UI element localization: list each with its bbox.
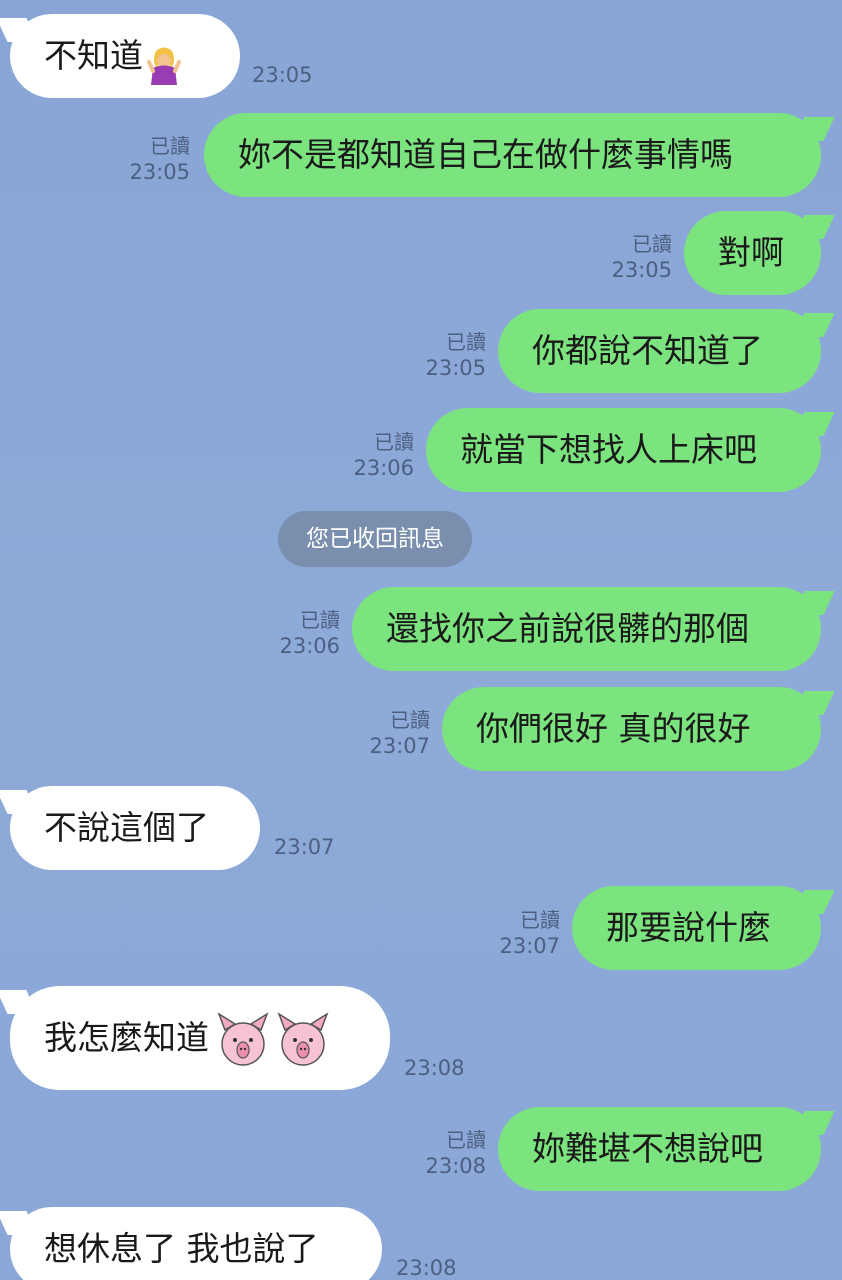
message-text: 不知道 xyxy=(44,36,143,75)
pig-face-icon xyxy=(217,1005,269,1066)
message-meta: 已讀 23:05 xyxy=(611,231,672,283)
message-time: 23:08 xyxy=(425,1154,486,1178)
message-time: 23:08 xyxy=(404,1056,465,1080)
pig-face-icon xyxy=(277,1005,329,1066)
message-meta: 已讀 23:06 xyxy=(353,429,414,481)
message-time: 23:06 xyxy=(353,456,414,480)
message-text: 妳不是都知道自己在做什麼事情嗎 xyxy=(238,135,733,174)
incoming-message-bubble[interactable]: 我怎麼知道 xyxy=(10,986,390,1090)
message-time: 23:07 xyxy=(369,734,430,758)
message-text: 你們很好 真的很好 xyxy=(476,709,751,748)
message-time: 23:05 xyxy=(425,356,486,380)
read-receipt: 已讀 xyxy=(446,330,486,354)
outgoing-message-bubble[interactable]: 對啊 xyxy=(684,211,821,295)
outgoing-message-bubble[interactable]: 妳難堪不想說吧 xyxy=(498,1107,821,1191)
outgoing-message-bubble[interactable]: 就當下想找人上床吧 xyxy=(426,408,821,492)
incoming-message-bubble[interactable]: 不知道 xyxy=(10,14,240,98)
message-meta: 已讀 23:07 xyxy=(499,907,560,959)
read-receipt: 已讀 xyxy=(632,232,672,256)
message-time: 23:05 xyxy=(611,258,672,282)
read-receipt: 已讀 xyxy=(446,1128,486,1152)
message-time: 23:08 xyxy=(396,1256,457,1280)
message-meta: 已讀 23:07 xyxy=(369,707,430,759)
message-time: 23:06 xyxy=(279,634,340,658)
message-text: 那要說什麼 xyxy=(606,908,771,947)
message-time: 23:07 xyxy=(274,835,335,859)
message-text: 還找你之前說很髒的那個 xyxy=(386,609,749,648)
outgoing-message-bubble[interactable]: 那要說什麼 xyxy=(572,886,821,970)
message-text: 就當下想找人上床吧 xyxy=(460,430,757,469)
unsent-message-notice: 您已收回訊息 xyxy=(278,511,472,567)
person-shrugging-icon xyxy=(147,32,181,85)
message-text: 你都說不知道了 xyxy=(532,331,763,370)
outgoing-message-bubble[interactable]: 還找你之前說很髒的那個 xyxy=(352,587,821,671)
message-meta: 已讀 23:05 xyxy=(129,133,190,185)
read-receipt: 已讀 xyxy=(390,708,430,732)
outgoing-message-bubble[interactable]: 你們很好 真的很好 xyxy=(442,687,821,771)
outgoing-message-bubble[interactable]: 妳不是都知道自己在做什麼事情嗎 xyxy=(204,113,821,197)
message-text: 對啊 xyxy=(718,233,784,272)
read-receipt: 已讀 xyxy=(520,908,560,932)
read-receipt: 已讀 xyxy=(300,608,340,632)
message-time: 23:05 xyxy=(252,63,313,87)
message-text: 妳難堪不想說吧 xyxy=(532,1129,763,1168)
message-meta: 已讀 23:06 xyxy=(279,607,340,659)
read-receipt: 已讀 xyxy=(374,430,414,454)
read-receipt: 已讀 xyxy=(150,134,190,158)
message-meta: 已讀 23:05 xyxy=(425,329,486,381)
message-time: 23:07 xyxy=(499,934,560,958)
incoming-message-bubble[interactable]: 不說這個了 xyxy=(10,786,260,870)
incoming-message-bubble[interactable]: 想休息了 我也說了 xyxy=(10,1207,382,1280)
chat-screen: 不知道 23:05 已讀 23:05 妳不是都知道自己在做什麼事情嗎 已讀 23… xyxy=(0,0,842,1280)
message-text: 想休息了 我也說了 xyxy=(44,1229,319,1268)
message-text: 不說這個了 xyxy=(44,808,209,847)
message-time: 23:05 xyxy=(129,160,190,184)
outgoing-message-bubble[interactable]: 你都說不知道了 xyxy=(498,309,821,393)
message-meta: 已讀 23:08 xyxy=(425,1127,486,1179)
message-text: 我怎麼知道 xyxy=(44,1018,209,1057)
